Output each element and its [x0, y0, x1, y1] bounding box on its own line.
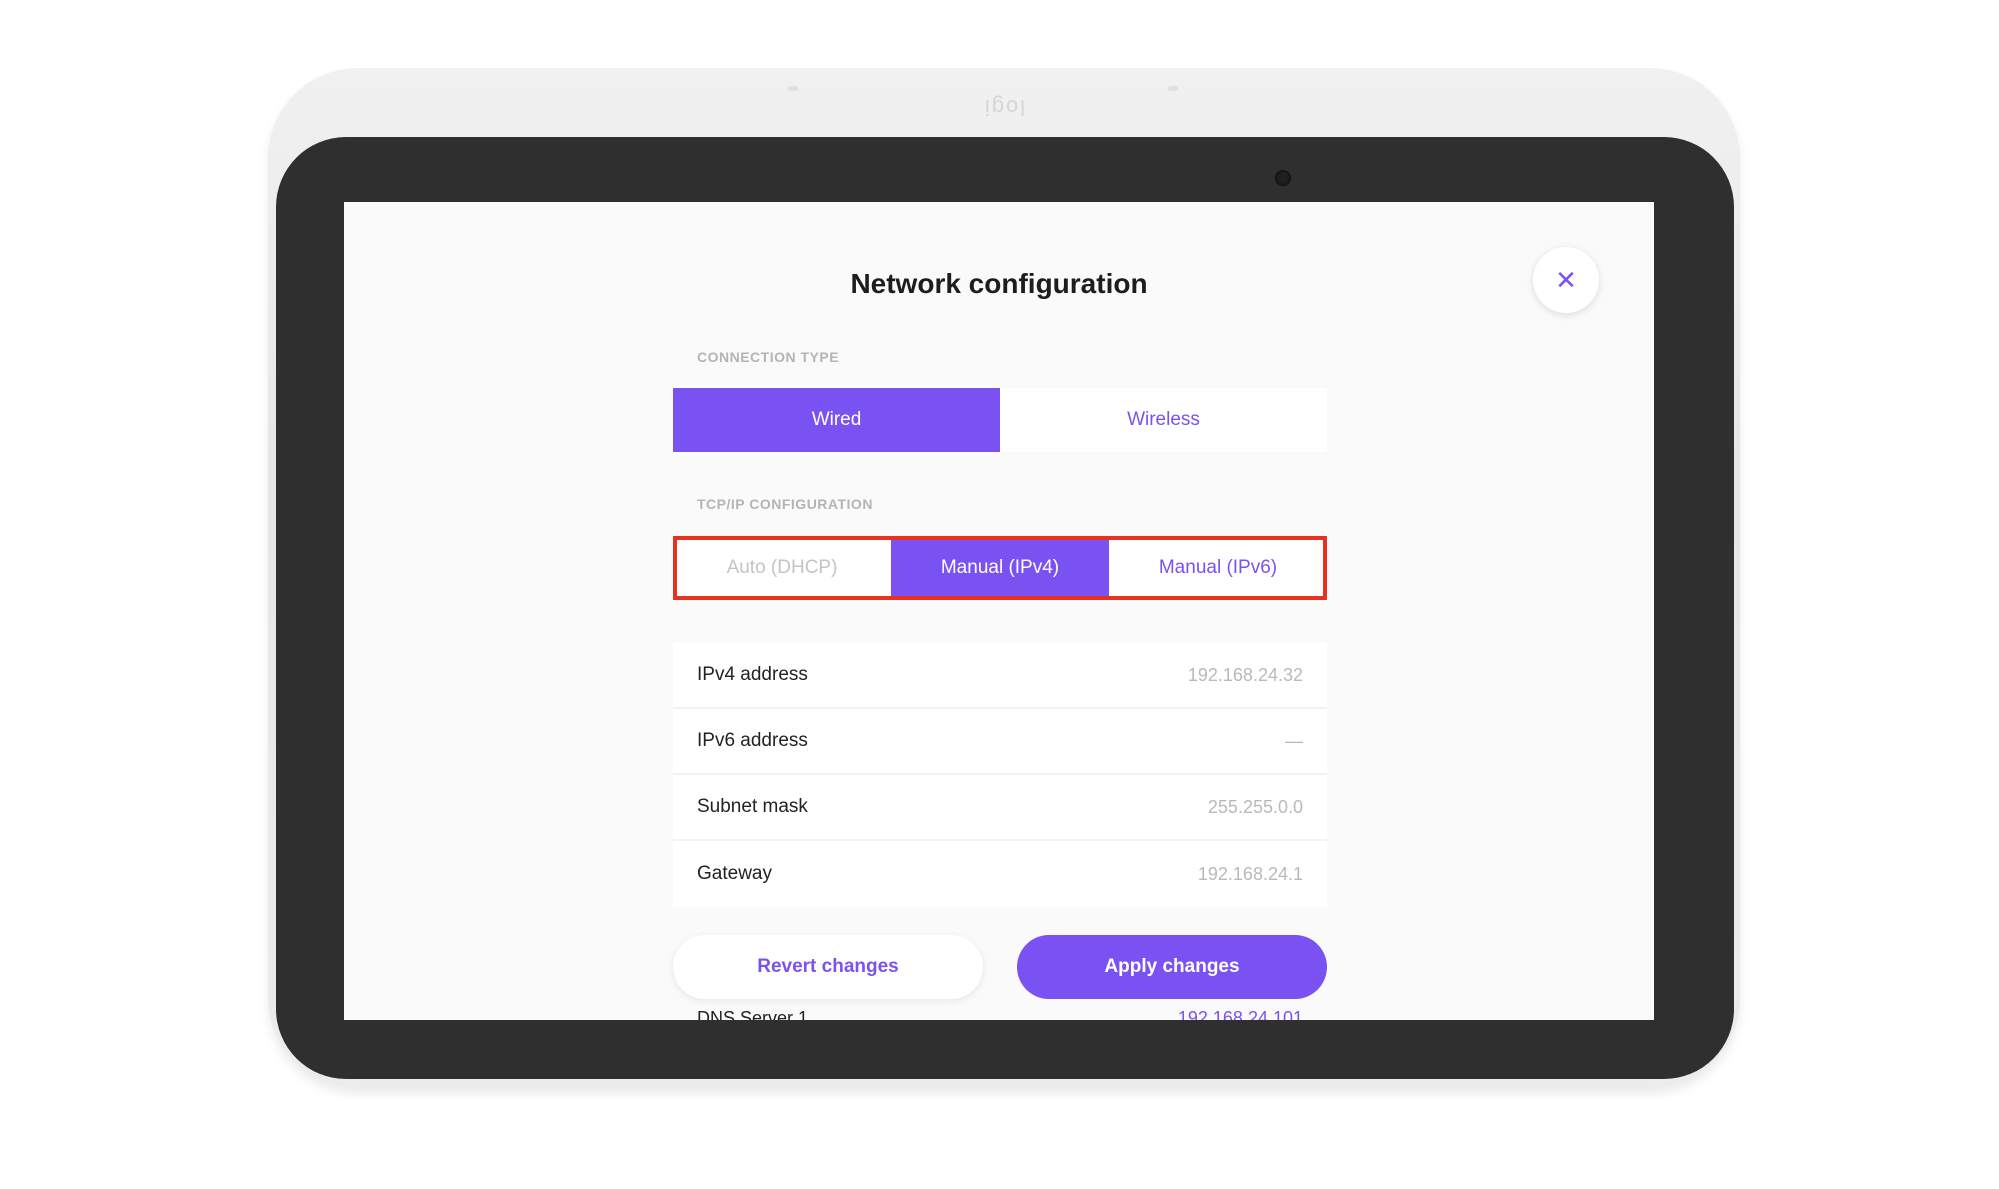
- field-label: Subnet mask: [697, 796, 808, 817]
- field-row-ipv4[interactable]: IPv4 address 192.168.24.32: [673, 643, 1327, 709]
- mic-icon: [1168, 86, 1178, 91]
- tcpip-config-label: TCP/IP CONFIGURATION: [697, 496, 873, 512]
- connection-type-toggle: Wired Wireless: [673, 388, 1327, 452]
- segment-wireless[interactable]: Wireless: [1000, 388, 1327, 452]
- field-label: IPv6 address: [697, 730, 808, 751]
- revert-changes-button[interactable]: Revert changes: [673, 935, 983, 999]
- field-row-dns1[interactable]: DNS Server 1 192.168.24.101: [697, 1008, 1303, 1020]
- field-row-gateway[interactable]: Gateway 192.168.24.1: [673, 841, 1327, 907]
- segment-wired[interactable]: Wired: [673, 388, 1000, 452]
- device-top-edge: logi: [268, 72, 1740, 132]
- segment-auto-dhcp[interactable]: Auto (DHCP): [673, 536, 891, 600]
- field-value: —: [1285, 730, 1303, 751]
- camera-icon: [1275, 170, 1291, 186]
- segment-manual-ipv6[interactable]: Manual (IPv6): [1109, 536, 1327, 600]
- tcpip-config-toggle: Auto (DHCP) Manual (IPv4) Manual (IPv6): [673, 536, 1327, 600]
- field-label: Gateway: [697, 863, 772, 884]
- field-row-subnet[interactable]: Subnet mask 255.255.0.0: [673, 775, 1327, 841]
- field-value: 192.168.24.32: [1187, 664, 1303, 685]
- field-value: 255.255.0.0: [1207, 796, 1303, 817]
- close-button[interactable]: ✕: [1533, 247, 1599, 313]
- brand-logo: logi: [982, 95, 1026, 120]
- field-label: IPv4 address: [697, 664, 808, 685]
- mic-icon: [788, 86, 798, 91]
- apply-changes-button[interactable]: Apply changes: [1017, 935, 1327, 999]
- field-value: 192.168.24.1: [1197, 863, 1303, 884]
- field-row-ipv6[interactable]: IPv6 address —: [673, 709, 1327, 775]
- field-value: 192.168.24.101: [1177, 1008, 1303, 1020]
- network-fields-list: IPv4 address 192.168.24.32 IPv6 address …: [673, 643, 1327, 907]
- connection-type-label: CONNECTION TYPE: [697, 349, 840, 365]
- segment-manual-ipv4[interactable]: Manual (IPv4): [891, 536, 1109, 600]
- close-icon: ✕: [1555, 264, 1577, 295]
- dialog-title: Network configuration: [850, 268, 1148, 299]
- device-screen: Network configuration ✕ CONNECTION TYPE …: [344, 202, 1654, 1020]
- field-label: DNS Server 1: [697, 1008, 809, 1020]
